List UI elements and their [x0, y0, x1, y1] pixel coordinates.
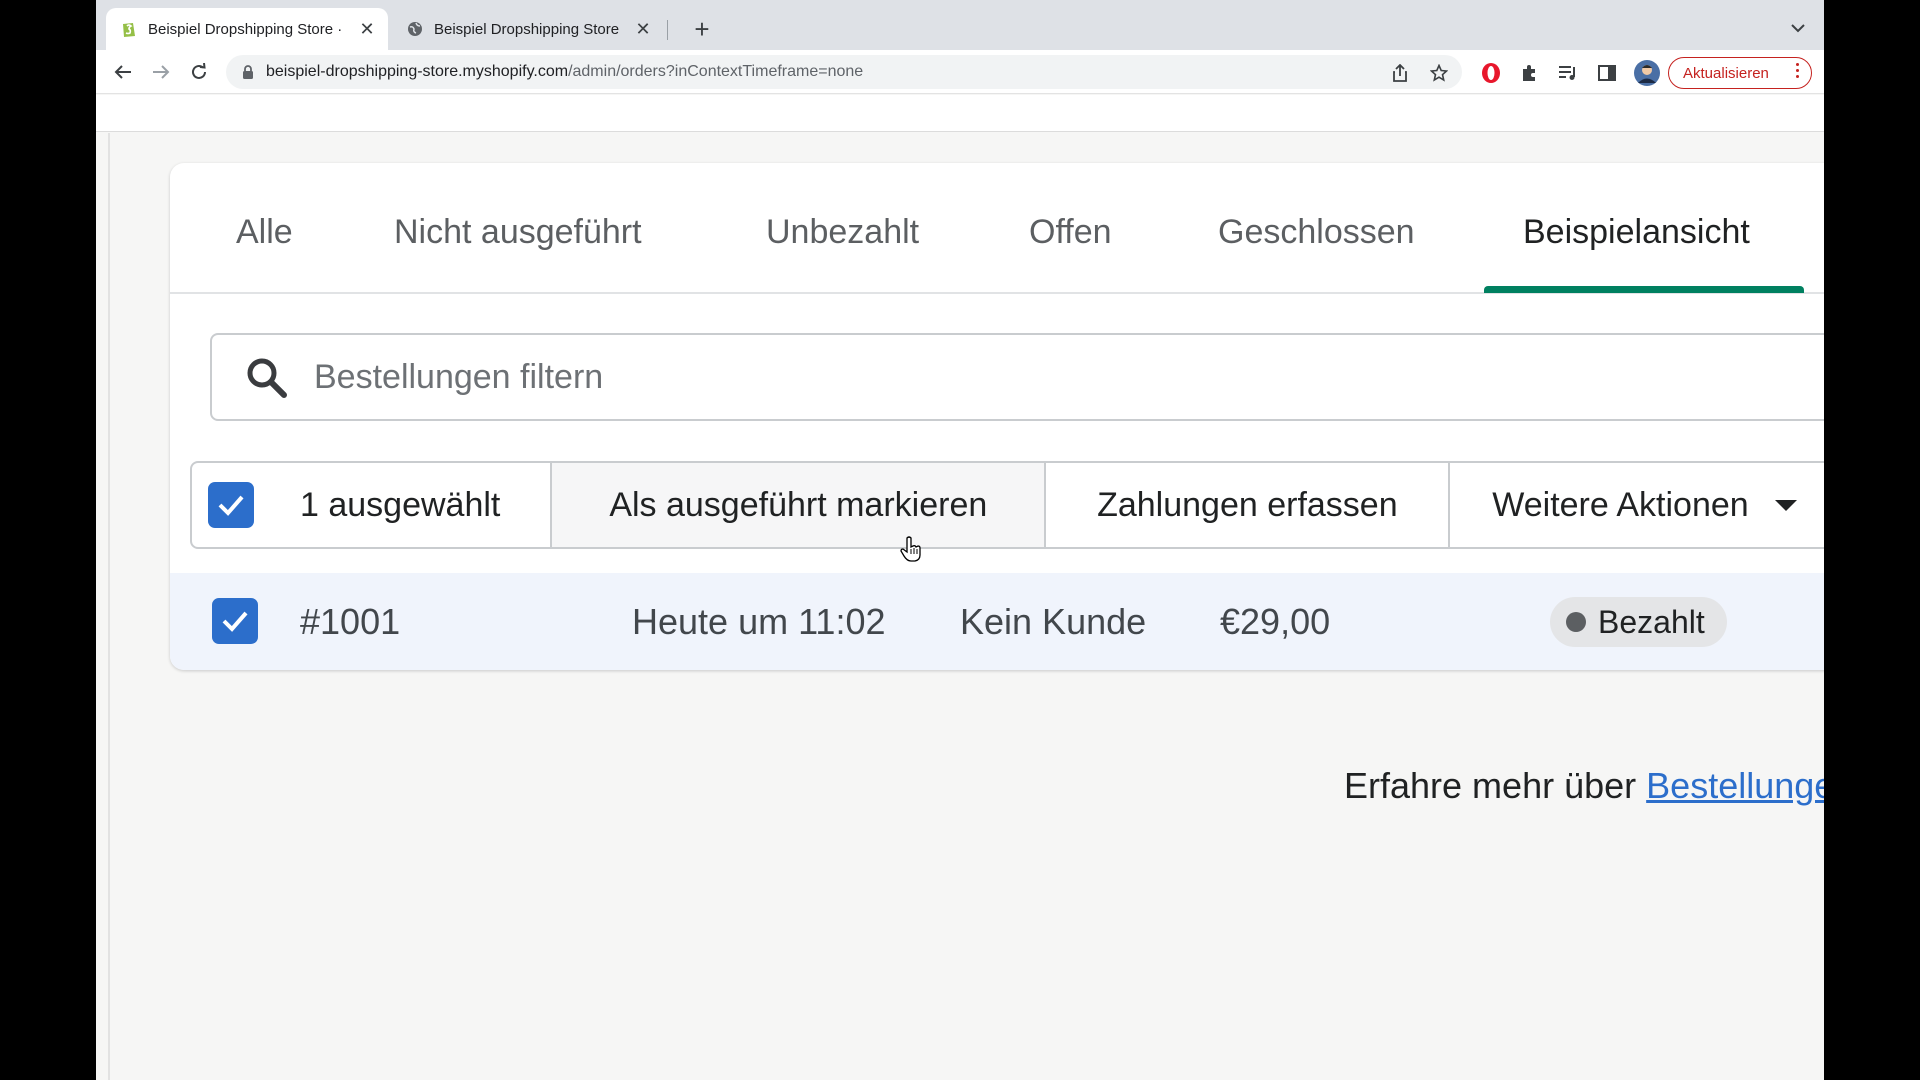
- url-host: beispiel-dropshipping-store.myshopify.co…: [266, 63, 569, 80]
- browser-tab-active[interactable]: Beispiel Dropshipping Store · E ✕: [106, 8, 388, 50]
- update-button[interactable]: Aktualisieren: [1668, 57, 1812, 89]
- order-filter-search[interactable]: Bestellungen filtern: [210, 333, 1824, 421]
- url-path: /admin/orders?inContextTimeframe=none: [568, 63, 864, 80]
- bulk-actions-bar: 1 ausgewählt Als ausgeführt markieren Za…: [190, 461, 1824, 549]
- caret-down-icon: [1774, 499, 1797, 511]
- more-actions-button[interactable]: Weitere Aktionen: [1450, 463, 1824, 547]
- media-playlist-icon[interactable]: [1557, 62, 1579, 84]
- learn-more-link[interactable]: Bestellungen: [1646, 765, 1824, 806]
- side-panel-icon[interactable]: [1596, 62, 1618, 84]
- capture-payments-button[interactable]: Zahlungen erfassen: [1046, 463, 1451, 547]
- order-number[interactable]: #1001: [300, 601, 400, 643]
- url-text: beispiel-dropshipping-store.myshopify.co…: [266, 63, 863, 81]
- shopify-icon: [120, 20, 138, 38]
- close-tab-icon[interactable]: ✕: [356, 18, 378, 40]
- update-label: Aktualisieren: [1683, 64, 1769, 82]
- browser-toolbar: beispiel-dropshipping-store.myshopify.co…: [96, 50, 1824, 94]
- back-arrow-icon[interactable]: [108, 57, 138, 87]
- search-placeholder: Bestellungen filtern: [314, 357, 604, 396]
- globe-icon: [406, 20, 424, 38]
- extensions-puzzle-icon[interactable]: [1518, 62, 1540, 84]
- tab-alle[interactable]: Alle: [236, 213, 293, 252]
- lock-icon[interactable]: [240, 64, 256, 80]
- opera-extension-icon[interactable]: [1480, 62, 1502, 84]
- tab-title: Beispiel Dropshipping Store: [434, 20, 620, 38]
- tab-beispielansicht[interactable]: Beispielansicht: [1523, 213, 1750, 252]
- status-dot-icon: [1566, 612, 1586, 632]
- tab-separator: [667, 20, 668, 40]
- forward-arrow-icon[interactable]: [146, 57, 176, 87]
- payment-status-label: Bezahlt: [1598, 603, 1705, 640]
- share-icon[interactable]: [1390, 63, 1410, 83]
- more-vert-icon: [1796, 63, 1799, 78]
- row-checkbox[interactable]: [212, 598, 258, 644]
- tab-title: Beispiel Dropshipping Store · E: [148, 20, 346, 38]
- tab-geschlossen[interactable]: Geschlossen: [1218, 213, 1415, 252]
- select-all-cell[interactable]: 1 ausgewählt: [192, 463, 553, 547]
- profile-avatar[interactable]: [1633, 59, 1661, 87]
- tab-search-chevron-icon[interactable]: [1786, 16, 1810, 40]
- browser-window: Beispiel Dropshipping Store · E ✕ Beispi…: [96, 0, 1824, 1080]
- reload-icon[interactable]: [184, 57, 214, 87]
- learn-more-note: Erfahre mehr über Bestellungen: [1344, 765, 1824, 807]
- search-icon: [242, 353, 290, 401]
- tab-unbezahlt[interactable]: Unbezahlt: [766, 213, 919, 252]
- orders-card: Alle Nicht ausgeführt Unbezahlt Offen Ge…: [170, 163, 1824, 670]
- sidebar-border: [108, 133, 110, 1080]
- order-customer: Kein Kunde: [960, 601, 1147, 642]
- shopify-orders-page: Alle Nicht ausgeführt Unbezahlt Offen Ge…: [96, 95, 1824, 1080]
- tab-offen[interactable]: Offen: [1029, 213, 1112, 252]
- admin-topbar: [96, 95, 1824, 132]
- order-total: €29,00: [1220, 601, 1331, 642]
- hand-pointer-cursor-icon: [900, 536, 921, 562]
- selected-count: 1 ausgewählt: [300, 485, 501, 524]
- table-row[interactable]: #1001 Heute um 11:02 Kein Kunde €29,00 B…: [170, 573, 1824, 670]
- order-date: Heute um 11:02: [632, 601, 886, 642]
- select-all-checkbox[interactable]: [208, 482, 254, 528]
- new-tab-icon[interactable]: +: [686, 13, 718, 45]
- tab-nicht-ausgefuehrt[interactable]: Nicht ausgeführt: [394, 213, 642, 252]
- browser-tab[interactable]: Beispiel Dropshipping Store ✕: [392, 8, 664, 50]
- order-view-tabs: Alle Nicht ausgeführt Unbezahlt Offen Ge…: [170, 163, 1824, 294]
- close-tab-icon[interactable]: ✕: [632, 18, 654, 40]
- address-bar[interactable]: beispiel-dropshipping-store.myshopify.co…: [226, 55, 1462, 89]
- more-actions-label: Weitere Aktionen: [1492, 485, 1749, 524]
- selected-tab-indicator: [1484, 286, 1804, 293]
- bookmark-star-icon[interactable]: [1429, 63, 1449, 83]
- tab-strip: Beispiel Dropshipping Store · E ✕ Beispi…: [96, 0, 1824, 50]
- learn-more-text: Erfahre mehr über: [1344, 765, 1637, 806]
- payment-status-badge: Bezahlt: [1550, 597, 1727, 647]
- mark-fulfilled-button[interactable]: Als ausgeführt markieren: [552, 463, 1047, 547]
